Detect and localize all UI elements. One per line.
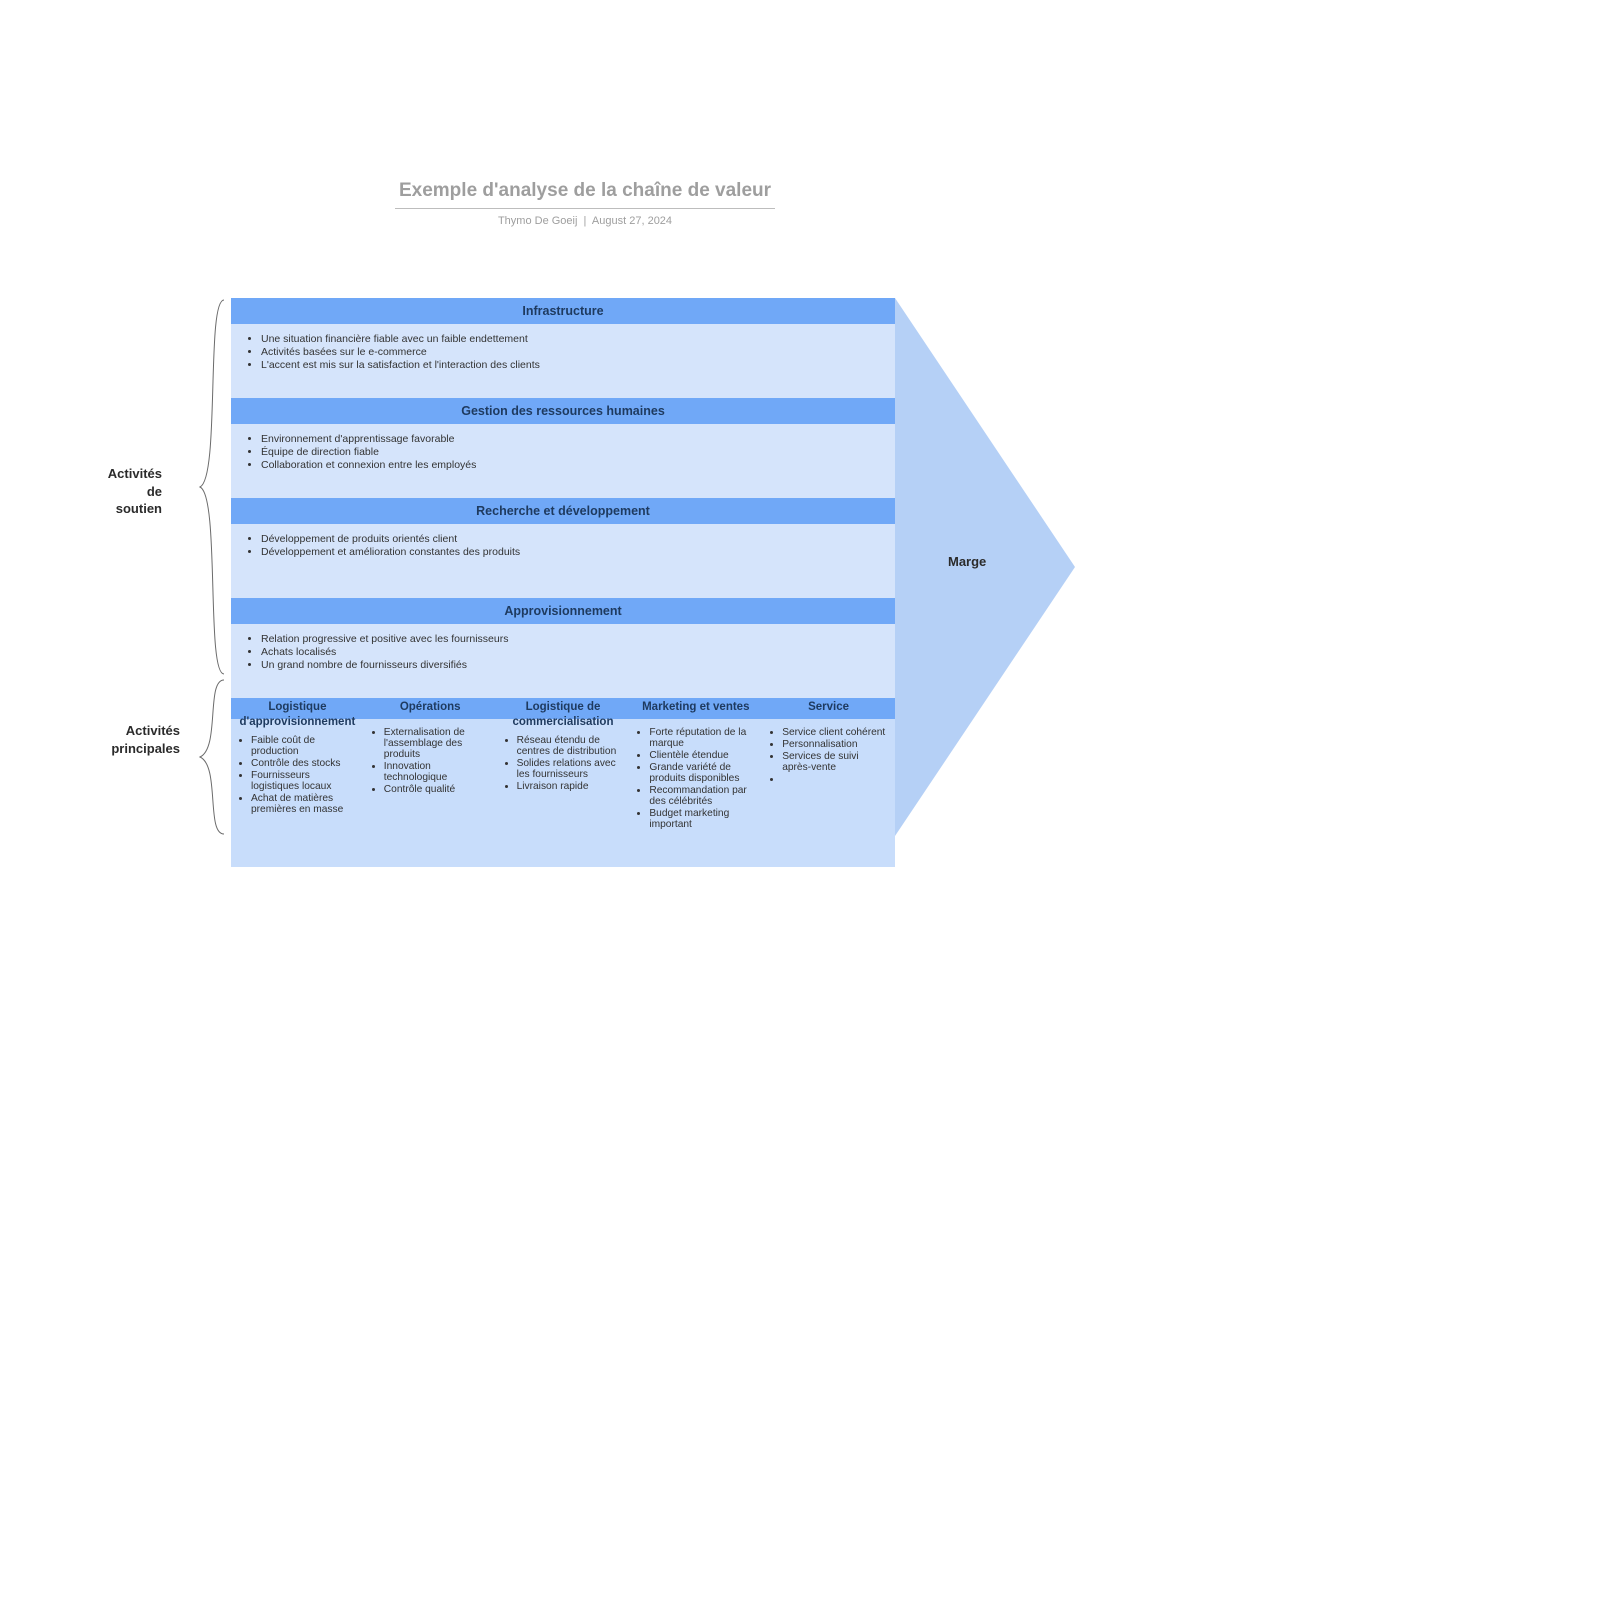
author-name: Thymo De Goeij <box>498 215 577 227</box>
primary-brace <box>198 678 226 836</box>
support-section-body: Environnement d'apprentissage favorableÉ… <box>231 424 895 498</box>
primary-item: Fournisseurs logistiques locaux <box>251 770 358 792</box>
primary-item: Innovation technologique <box>384 761 491 783</box>
primary-column-body: Externalisation de l'assemblage des prod… <box>364 719 497 867</box>
primary-column-body: Forte réputation de la marqueClientèle é… <box>629 719 762 867</box>
support-item: Collaboration et connexion entre les emp… <box>261 459 881 471</box>
primary-column-header: Service <box>762 698 895 719</box>
primary-column: Marketing et ventesForte réputation de l… <box>629 698 762 867</box>
primary-item: Solides relations avec les fournisseurs <box>517 758 624 780</box>
margin-label: Marge <box>948 554 986 569</box>
diagram-date: August 27, 2024 <box>592 215 672 227</box>
primary-column-body: commercialisation Réseau étendu de centre… <box>497 719 630 867</box>
primary-column-header: Opérations <box>364 698 497 719</box>
primary-item: Achat de matières premières en masse <box>251 793 358 815</box>
primary-item: Réseau étendu de centres de distribution <box>517 735 624 757</box>
primary-item: Forte réputation de la marque <box>649 727 756 749</box>
support-brace <box>198 298 226 676</box>
primary-column-header-overflow: d'approvisionnement <box>231 716 364 728</box>
diagram-canvas: Exemple d'analyse de la chaîne de valeur… <box>0 0 1200 1200</box>
support-section-header: Approvisionnement <box>231 598 895 624</box>
support-section-header: Infrastructure <box>231 298 895 324</box>
primary-item: Contrôle qualité <box>384 784 491 795</box>
support-item: Achats localisés <box>261 646 881 658</box>
primary-item: Service client cohérent <box>782 727 889 738</box>
title-block: Exemple d'analyse de la chaîne de valeur… <box>395 180 775 227</box>
diagram-subtitle: Thymo De Goeij | August 27, 2024 <box>395 215 775 227</box>
primary-item: Personnalisation <box>782 739 889 750</box>
primary-item: Clientèle étendue <box>649 750 756 761</box>
support-activities-label: Activitésdesoutien <box>92 465 162 518</box>
support-item: Une situation financière fiable avec un … <box>261 333 881 345</box>
primary-item: Contrôle des stocks <box>251 758 358 769</box>
support-item: Activités basées sur le e-commerce <box>261 346 881 358</box>
primary-column: Logistiqued'approvisionnementFaible coût… <box>231 698 364 867</box>
primary-column: Opérations Externalisation de l'assemblag… <box>364 698 497 867</box>
value-chain-body: Infrastructure Une situation financière f… <box>231 298 895 867</box>
primary-column: ServiceService client cohérentPersonnali… <box>762 698 895 867</box>
primary-item: Budget marketing important <box>649 808 756 830</box>
primary-item <box>782 774 889 785</box>
support-item: Équipe de direction fiable <box>261 446 881 458</box>
primary-item: Grande variété de produits disponibles <box>649 762 756 784</box>
primary-column-header-overflow: commercialisation <box>497 716 630 728</box>
primary-column-header: Marketing et ventes <box>629 698 762 719</box>
diagram-title: Exemple d'analyse de la chaîne de valeur <box>395 180 775 209</box>
support-section-body: Développement de produits orientés clien… <box>231 524 895 598</box>
primary-column-body: Service client cohérentPersonnalisationS… <box>762 719 895 867</box>
support-item: Environnement d'apprentissage favorable <box>261 433 881 445</box>
primary-item: Livraison rapide <box>517 781 624 792</box>
support-item: L'accent est mis sur la satisfaction et … <box>261 359 881 371</box>
support-item: Relation progressive et positive avec le… <box>261 633 881 645</box>
support-item: Développement et amélioration constantes… <box>261 546 881 558</box>
support-section-body: Une situation financière fiable avec un … <box>231 324 895 398</box>
support-section-body: Relation progressive et positive avec le… <box>231 624 895 698</box>
primary-item: Recommandation par des célébrités <box>649 785 756 807</box>
support-item: Un grand nombre de fournisseurs diversif… <box>261 659 881 671</box>
primary-column-body: d'approvisionnement Faible coût de produc… <box>231 719 364 867</box>
support-item: Développement de produits orientés clien… <box>261 533 881 545</box>
primary-item: Faible coût de production <box>251 735 358 757</box>
support-section-header: Gestion des ressources humaines <box>231 398 895 424</box>
primary-item: Externalisation de l'assemblage des prod… <box>384 727 491 760</box>
support-section-header: Recherche et développement <box>231 498 895 524</box>
primary-activities-label: Activitésprincipales <box>92 722 180 757</box>
primary-column: Logistique decommercialisationRéseau éte… <box>497 698 630 867</box>
primary-item: Services de suivi après-vente <box>782 751 889 773</box>
